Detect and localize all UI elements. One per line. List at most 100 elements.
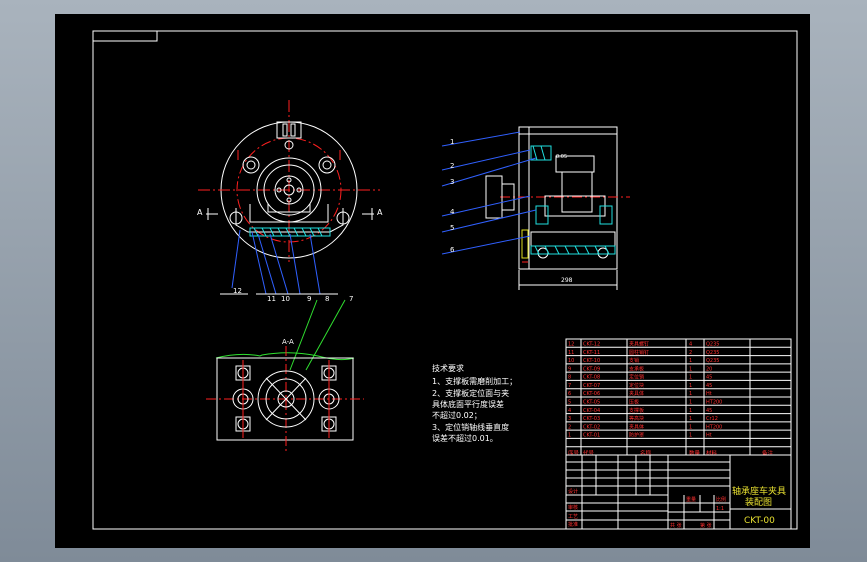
bom-row-7-no: 7 [568,383,571,389]
balloon-10: 10 [281,295,290,303]
bom-header-no: 序号 [568,449,580,457]
balloon-4: 4 [450,208,455,216]
bom-row-8-no: 8 [568,375,571,381]
bom-row-7-code: CKT-07 [583,383,600,389]
tech-req-line-6: 误差不超过0.01。 [432,433,498,443]
section-view [206,299,364,452]
bom-row-9-qty: 1 [689,366,692,372]
balloon-7: 7 [349,295,353,303]
bom-row-6-code: CKT-06 [583,391,600,397]
bom-row-10-no: 10 [568,358,574,364]
bom-row-11-name: 圆柱销钉 [629,349,649,356]
top-view [198,100,380,295]
bom-row-7-name: 定位块 [629,382,644,389]
bom-row-7-qty: 1 [689,383,692,389]
side-view-balloons: 1 2 3 4 5 6 [450,138,455,254]
balloon-12: 12 [233,287,242,295]
bom-row-1-no: 1 [568,433,571,439]
bom-row-2-mat: HT200 [706,424,722,430]
bom-row-9-mat: 20 [706,366,712,372]
balloon-6: 6 [450,246,455,254]
bill-of-materials: 12 CKT-12 夹具螺钉 4 Q23511 CKT-11 圆柱销钉 2 Q23510 CKT-… [565,338,792,457]
tech-req-line-4: 不超过0.02； [432,410,482,420]
balloon-11: 11 [267,295,276,303]
bom-row-4-name: 支撑板 [629,407,644,414]
bom-row-11-no: 11 [568,350,574,356]
drawing-title-line-1: 轴承座车夹具 [732,485,786,497]
bom-row-4-qty: 1 [689,408,692,414]
bom-row-1-qty: 1 [689,433,692,439]
bom-row-10-mat: Q235 [706,358,719,364]
bom-row-6-qty: 1 [689,391,692,397]
bom-row-6-name: 夹具体 [629,390,644,397]
bom-header-note: 备注 [762,449,774,457]
scale-value: 1:1 [716,506,724,512]
bom-row-9-name: 支承板 [629,365,644,372]
side-view [441,126,630,290]
bom-row-4-code: CKT-04 [583,408,600,414]
bom-row-11-mat: Q235 [706,350,719,356]
bom-row-5-qty: 1 [689,399,692,405]
bom-row-9-no: 9 [568,366,571,372]
bom-row-11-code: CKT-11 [583,350,600,356]
drawing-title-line-2: 装配图 [745,496,772,508]
bom-row-5-code: CKT-05 [583,399,600,405]
bom-row-12-qty: 4 [689,341,692,347]
bom-row-12-no: 12 [568,341,574,347]
bom-row-5-no: 5 [568,399,571,405]
bom-header-code: 代号 [583,449,595,457]
drawing-code: CKT-00 [744,516,775,526]
section-title: A-A [282,338,294,346]
balloon-1: 1 [450,138,454,146]
bom-row-8-name: 定位销 [629,374,644,381]
bom-row-3-mat: Cr12 [706,416,718,422]
dimension-tolerance: 0.05 [556,154,567,160]
label-process: 工艺 [568,514,578,520]
bom-row-2-no: 2 [568,424,571,430]
bom-row-11-qty: 2 [689,350,692,356]
balloon-2: 2 [450,162,454,170]
label-scale: 比例 [716,496,726,503]
tech-req-line-3: 具体底面平行度误差 [432,399,504,409]
bom-row-5-name: 压板 [629,398,639,405]
bom-row-4-mat: 45 [706,408,712,414]
bom-row-3-name: 等高块 [629,415,644,422]
balloon-3: 3 [450,178,454,186]
label-design: 设计 [568,488,578,495]
bom-header-qty: 数量 [689,449,701,457]
bom-row-9-code: CKT-09 [583,366,600,372]
tech-req-line-5: 3、定位销轴线垂直度 [432,422,509,432]
bom-row-10-code: CKT-10 [583,358,600,364]
bom-row-3-no: 3 [568,416,571,422]
bom-row-6-mat: Ht [706,391,712,397]
bom-row-8-code: CKT-08 [583,375,600,381]
bom-row-3-code: CKT-03 [583,416,600,422]
label-weight: 重量 [686,496,696,503]
label-sheet: 第 张 [700,522,712,529]
top-view-balloons: 12 11 10 9 8 7 [233,287,353,303]
balloon-9: 9 [307,295,311,303]
bom-row-2-qty: 1 [689,424,692,430]
bom-row-4-no: 4 [568,408,571,414]
section-mark-right: A [377,208,383,217]
tech-req-title: 技术要求 [432,363,464,373]
bom-row-3-qty: 1 [689,416,692,422]
bom-row-7-mat: 45 [706,383,712,389]
bom-row-10-name: 支销 [629,357,639,364]
bom-row-8-mat: 45 [706,375,712,381]
bom-row-5-mat: HT200 [706,399,722,405]
balloon-5: 5 [450,224,454,232]
label-approve: 批准 [568,521,578,528]
bom-row-1-code: CKT-01 [583,433,600,439]
technical-requirements: 技术要求 1、支撑板需磨削加工； 2、支撑板定位面与夹 具体底面平行度误差 不超… [432,363,517,443]
bom-row-1-mat: Ht [706,433,712,439]
dimension-width: 298 [561,277,573,284]
code-box [92,30,158,42]
bom-row-8-qty: 1 [689,375,692,381]
tech-req-line-1: 1、支撑板需磨削加工； [432,376,517,386]
section-mark-left: A [197,208,203,217]
cad-drawing: A A 12 11 10 9 8 7 A-A 298 0.05 1 2 3 4 … [92,30,798,530]
bom-row-2-code: CKT-02 [583,424,600,430]
bom-row-12-code: CKT-12 [583,341,600,347]
bom-row-6-no: 6 [568,391,571,397]
